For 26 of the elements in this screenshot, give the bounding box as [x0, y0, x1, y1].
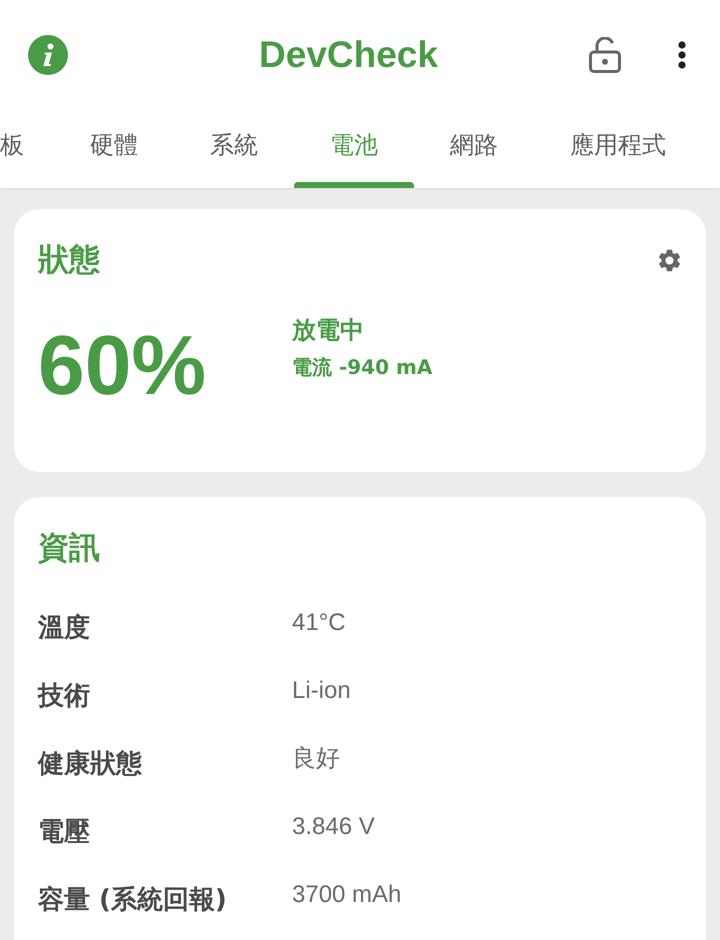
info-value: 41°C	[292, 608, 346, 638]
info-value: 良好	[292, 744, 340, 774]
tab[interactable]: 網路	[414, 110, 534, 188]
info-value: 3.846 V	[292, 812, 375, 842]
tab[interactable]: 系統	[174, 110, 294, 188]
tab[interactable]: 電池	[294, 110, 414, 188]
tab[interactable]: 硬體	[54, 110, 174, 188]
current-reading: 電流 -940 mA	[292, 354, 432, 380]
info-value: 3700 mAh	[292, 880, 402, 910]
card-title: 狀態	[38, 241, 100, 280]
settings-icon[interactable]	[656, 246, 683, 274]
tab[interactable]: 板	[0, 110, 54, 188]
info-label: 溫度	[38, 612, 90, 645]
charging-state: 放電中	[292, 315, 364, 345]
info-label: 電壓	[38, 816, 90, 849]
tab[interactable]: 應用程式	[534, 110, 702, 188]
info-label: 健康狀態	[38, 748, 142, 781]
app-title: DevCheck	[258, 34, 439, 76]
battery-percentage: 60%	[38, 323, 206, 407]
info-value: Li-ion	[292, 676, 351, 706]
card-title: 資訊	[38, 529, 100, 568]
info-label: 容量 (系統回報)	[38, 884, 227, 917]
more-options-icon[interactable]	[678, 41, 686, 69]
info-label: 技術	[38, 680, 90, 713]
info-icon[interactable]	[28, 35, 68, 75]
lock-icon[interactable]	[589, 37, 621, 73]
